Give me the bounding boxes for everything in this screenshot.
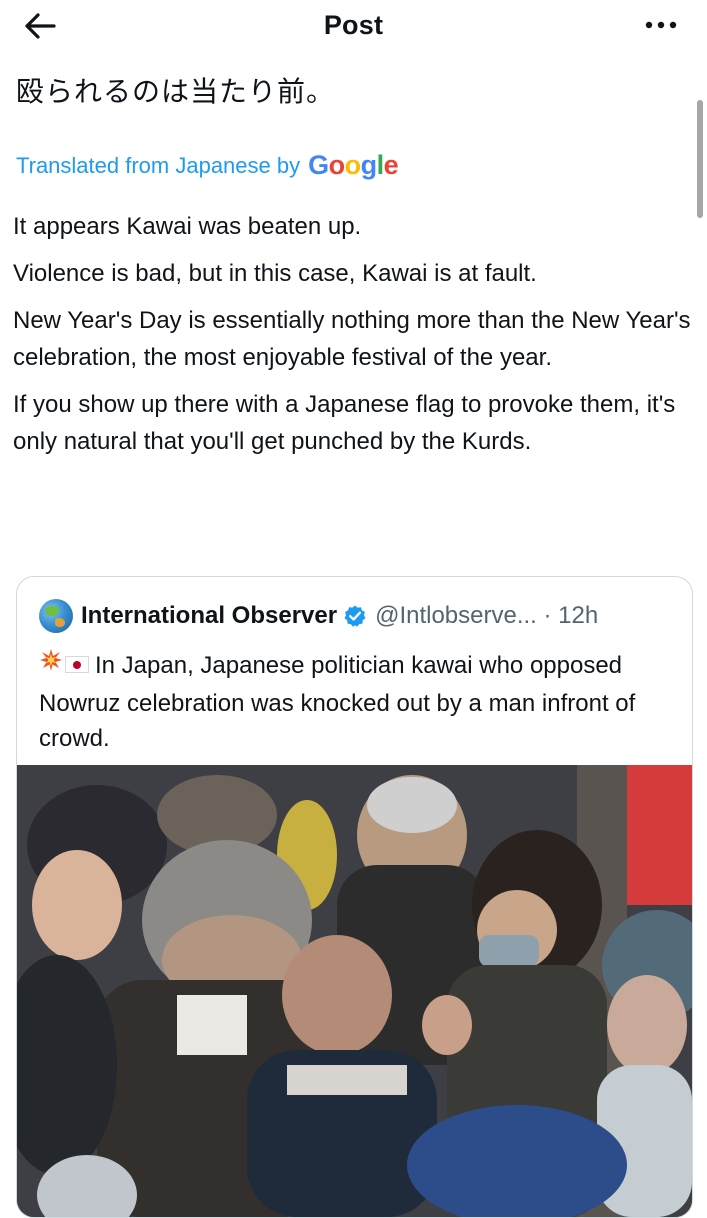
quoted-post-body: In Japan, Japanese politician kawai who …	[39, 651, 636, 752]
crowd-photo	[17, 765, 692, 1217]
top-navigation-bar: Post	[0, 0, 707, 52]
page-title: Post	[323, 10, 384, 40]
translation-paragraph: If you show up there with a Japanese fla…	[13, 391, 676, 455]
scrollbar[interactable]	[697, 100, 703, 218]
quoted-author-handle-time: @Intlobserve... · 12h	[375, 602, 599, 629]
translation-paragraph: New Year's Day is essentially nothing mo…	[13, 307, 691, 371]
japan-flag-icon	[65, 656, 89, 673]
post-original-text: 殴られるのは当たり前。	[16, 75, 336, 108]
translated-from-label: Translated from Japanese by	[16, 152, 301, 178]
collision-icon	[39, 647, 63, 682]
post-translation: It appears Kawai was beaten up. Violence…	[13, 208, 693, 470]
quoted-post-photo[interactable]	[17, 765, 692, 1217]
translation-paragraph: Violence is bad, but in this case, Kawai…	[13, 260, 537, 287]
quoted-post-card[interactable]: International Observer @Intlobserve... ·…	[16, 576, 693, 1218]
more-horizontal-icon	[645, 21, 677, 29]
quoted-post-header: International Observer @Intlobserve... ·…	[39, 599, 598, 633]
quoted-author-name[interactable]: International Observer	[81, 602, 337, 630]
quoted-post-text: In Japan, Japanese politician kawai who …	[39, 647, 679, 756]
translation-attribution[interactable]: Translated from Japanese by Google	[16, 150, 399, 181]
google-logo: Google	[308, 150, 399, 180]
avatar[interactable]	[39, 599, 73, 633]
translation-paragraph: It appears Kawai was beaten up.	[13, 213, 362, 240]
more-options-button[interactable]	[641, 10, 681, 40]
verified-badge-icon	[343, 604, 367, 628]
